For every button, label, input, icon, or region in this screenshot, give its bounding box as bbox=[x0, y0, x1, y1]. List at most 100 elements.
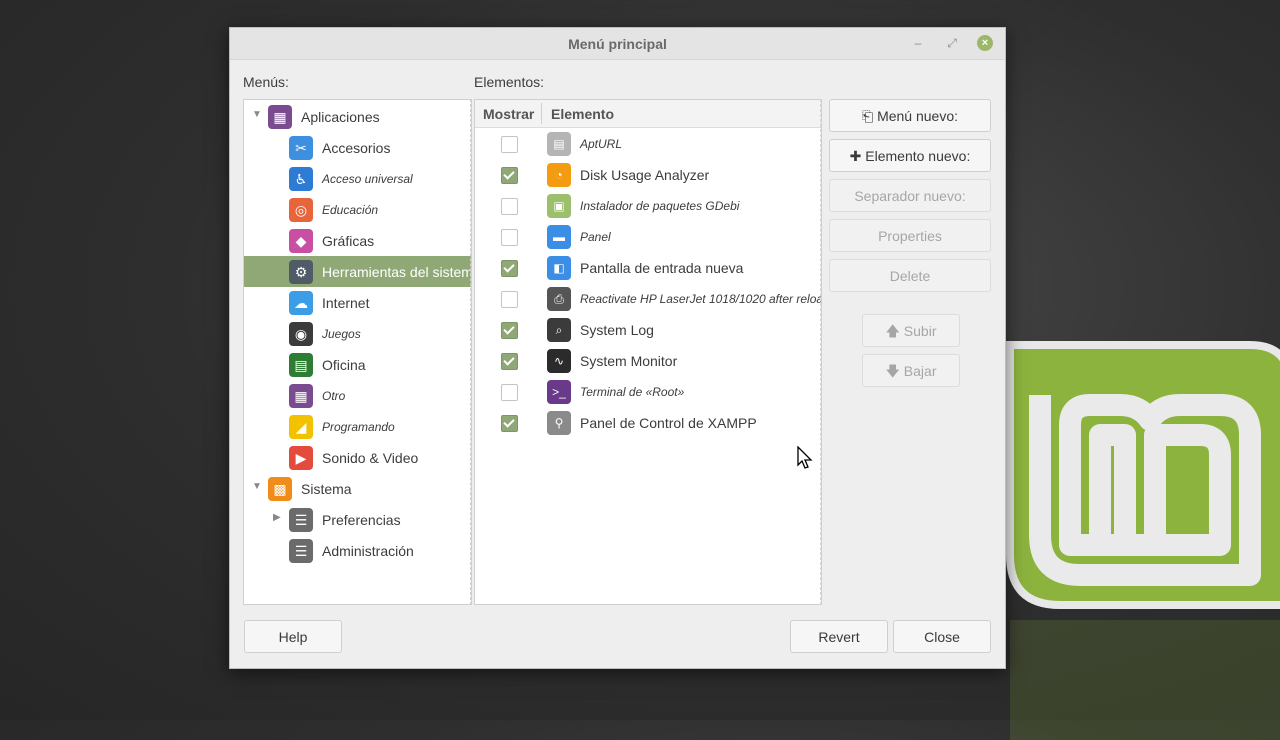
play-icon: ▶ bbox=[289, 446, 313, 470]
tree-item[interactable]: ◆ Gráficas bbox=[244, 225, 471, 256]
list-item-label: Panel bbox=[580, 230, 611, 244]
gear-icon: ⚙ bbox=[289, 260, 313, 284]
login-screen-icon: ◧ bbox=[547, 256, 571, 280]
tree-item-label: Sonido & Video bbox=[322, 450, 419, 466]
gdebi-icon: ▣ bbox=[547, 194, 571, 218]
list-item[interactable]: ∿ System Monitor bbox=[475, 345, 821, 376]
menus-tree: ▼ ▦ Aplicaciones ✂ Accesorios ♿ Acceso univers… bbox=[243, 99, 472, 605]
show-checkbox[interactable] bbox=[501, 322, 518, 339]
panel-icon: ▬ bbox=[547, 225, 571, 249]
system-log-icon: ⌕ bbox=[547, 318, 571, 342]
tree-item-label: Oficina bbox=[322, 357, 366, 373]
new-menu-label: Menú nuevo: bbox=[877, 108, 959, 124]
terminal-icon: >_ bbox=[547, 380, 571, 404]
tree-item[interactable]: ☁ Internet bbox=[244, 287, 471, 318]
list-item[interactable]: ▤ AptURL bbox=[475, 128, 821, 159]
tree-item[interactable]: ▦ Otro bbox=[244, 380, 471, 411]
list-item[interactable]: >_ Terminal de «Root» bbox=[475, 376, 821, 407]
elements-list: Mostrar Elemento ▤ AptURL ◔ Disk Usage Anal… bbox=[474, 99, 822, 605]
new-item-label: Elemento nuevo: bbox=[865, 148, 971, 164]
column-header-show[interactable]: Mostrar bbox=[483, 106, 534, 122]
list-item[interactable]: ⌕ System Log bbox=[475, 314, 821, 345]
tree-item[interactable]: ✂ Accesorios bbox=[244, 132, 471, 163]
expander-open-icon[interactable]: ▼ bbox=[252, 109, 262, 120]
tree-item[interactable]: ▶ ☰ Preferencias bbox=[244, 504, 471, 535]
tree-item-label: Herramientas del sistema bbox=[322, 264, 472, 280]
list-item[interactable]: ◧ Pantalla de entrada nueva bbox=[475, 252, 821, 283]
show-checkbox[interactable] bbox=[501, 353, 518, 370]
apps-grid-icon: ▦ bbox=[268, 105, 292, 129]
column-header-element[interactable]: Elemento bbox=[551, 106, 614, 122]
list-item[interactable]: ▬ Panel bbox=[475, 221, 821, 252]
minimize-button[interactable]: – bbox=[910, 35, 926, 51]
programming-icon: ◢ bbox=[289, 415, 313, 439]
linux-mint-logo bbox=[1006, 341, 1280, 609]
list-item-label: Disk Usage Analyzer bbox=[580, 167, 710, 183]
system-monitor-icon: ∿ bbox=[547, 349, 571, 373]
mouse-cursor bbox=[797, 446, 813, 469]
move-down-label: Bajar bbox=[903, 363, 937, 379]
apturl-icon: ▤ bbox=[547, 132, 571, 156]
tree-item[interactable]: ▶ Sonido & Video bbox=[244, 442, 471, 473]
list-item[interactable]: ⎙ Reactivate HP LaserJet 1018/1020 after … bbox=[475, 283, 821, 314]
list-item[interactable]: ▣ Instalador de paquetes GDebi bbox=[475, 190, 821, 221]
list-item-label: Pantalla de entrada nueva bbox=[580, 260, 744, 276]
menus-label: Menús: bbox=[243, 74, 289, 90]
graphics-icon: ◆ bbox=[289, 229, 313, 253]
office-icon: ▤ bbox=[289, 353, 313, 377]
printer-icon: ⎙ bbox=[547, 287, 571, 311]
scissors-icon: ✂ bbox=[289, 136, 313, 160]
tree-item[interactable]: ◉ Juegos bbox=[244, 318, 471, 349]
tree-item[interactable]: ▤ Oficina bbox=[244, 349, 471, 380]
tree-item-label: Otro bbox=[322, 389, 346, 403]
list-item[interactable]: ◔ Disk Usage Analyzer bbox=[475, 159, 821, 190]
tree-item[interactable]: ▼ ▩ Sistema bbox=[244, 473, 471, 504]
list-item-label: AptURL bbox=[580, 137, 623, 151]
list-item-label: Reactivate HP LaserJet 1018/1020 after r… bbox=[580, 292, 822, 306]
show-checkbox[interactable] bbox=[501, 260, 518, 277]
maximize-button[interactable]: ⤢ bbox=[944, 35, 960, 51]
list-item[interactable]: ⚲ Panel de Control de XAMPP bbox=[475, 407, 821, 438]
list-item-label: System Log bbox=[580, 322, 654, 338]
tree-item-label: Accesorios bbox=[322, 140, 391, 156]
window-title: Menú principal bbox=[568, 36, 667, 52]
tree-item-label: Aplicaciones bbox=[301, 109, 380, 125]
show-checkbox[interactable] bbox=[501, 415, 518, 432]
move-up-button[interactable]: 🡅 Subir bbox=[862, 314, 960, 347]
gamepad-icon: ◉ bbox=[289, 322, 313, 346]
education-icon: ◎ bbox=[289, 198, 313, 222]
move-down-button[interactable]: 🡇 Bajar bbox=[862, 354, 960, 387]
cloud-icon: ☁ bbox=[289, 291, 313, 315]
close-button[interactable]: Close bbox=[893, 620, 991, 653]
expander-closed-icon[interactable]: ▶ bbox=[273, 512, 281, 523]
other-grid-icon: ▦ bbox=[289, 384, 313, 408]
help-button[interactable]: Help bbox=[244, 620, 342, 653]
revert-button[interactable]: Revert bbox=[790, 620, 888, 653]
close-window-button[interactable]: × bbox=[977, 35, 993, 51]
tree-item[interactable]: ♿ Acceso universal bbox=[244, 163, 471, 194]
list-item-label: Instalador de paquetes GDebi bbox=[580, 199, 740, 213]
list-edge bbox=[820, 99, 824, 605]
xampp-icon: ⚲ bbox=[547, 411, 571, 435]
show-checkbox[interactable] bbox=[501, 198, 518, 215]
new-item-button[interactable]: ✚ Elemento nuevo: bbox=[829, 139, 991, 172]
new-separator-button[interactable]: Separador nuevo: bbox=[829, 179, 991, 212]
tree-item[interactable]: ▼ ▦ Aplicaciones bbox=[244, 101, 471, 132]
tree-item[interactable]: ⚙ Herramientas del sistema bbox=[244, 256, 471, 287]
arrow-up-icon: 🡅 bbox=[885, 323, 904, 339]
accessibility-icon: ♿ bbox=[289, 167, 313, 191]
delete-button[interactable]: Delete bbox=[829, 259, 991, 292]
tree-item[interactable]: ◢ Programando bbox=[244, 411, 471, 442]
show-checkbox[interactable] bbox=[501, 291, 518, 308]
properties-button[interactable]: Properties bbox=[829, 219, 991, 252]
expander-open-icon[interactable]: ▼ bbox=[252, 481, 262, 492]
tree-item[interactable]: ◎ Educación bbox=[244, 194, 471, 225]
column-divider bbox=[541, 103, 542, 124]
show-checkbox[interactable] bbox=[501, 136, 518, 153]
main-menu-window: Menú principal – ⤢ × Menús: Elementos: ▼… bbox=[229, 27, 1006, 669]
show-checkbox[interactable] bbox=[501, 167, 518, 184]
new-menu-button[interactable]: ⎗ Menú nuevo: bbox=[829, 99, 991, 132]
tree-item[interactable]: ☰ Administración bbox=[244, 535, 471, 566]
show-checkbox[interactable] bbox=[501, 229, 518, 246]
show-checkbox[interactable] bbox=[501, 384, 518, 401]
